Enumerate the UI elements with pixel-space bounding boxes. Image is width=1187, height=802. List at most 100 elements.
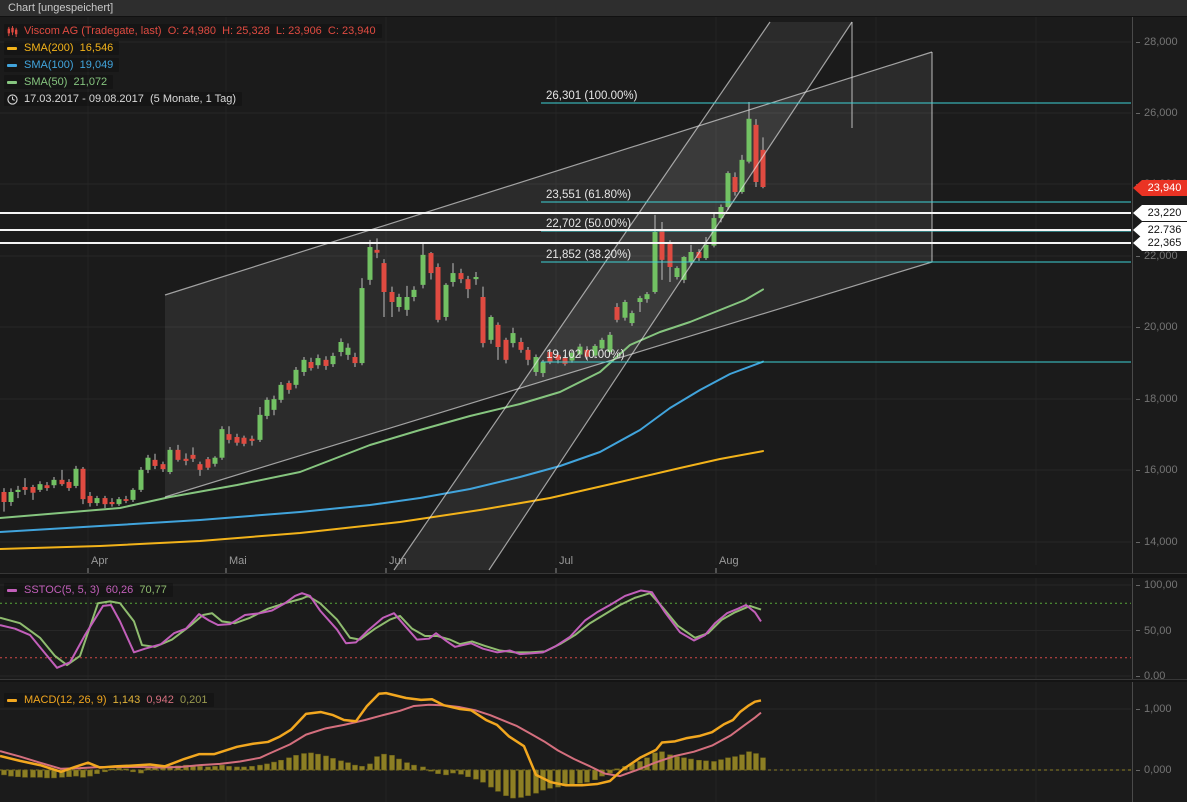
sstoc-axis[interactable]: 100,0050,000,00 [1132,578,1187,679]
candle-up [368,247,373,280]
legend-sstoc-row[interactable]: SSTOC(5, 5, 3) 60,26 70,77 [4,583,173,597]
candle-down [67,482,72,488]
candle-up [511,333,516,343]
candle-down [436,267,441,320]
candle-up [675,268,680,277]
candle-down [161,464,166,469]
candle-down [382,263,387,292]
candle-up [139,470,144,490]
last-price-badge: 23,940 [1133,180,1187,196]
axis-tick-label: 14,000 [1136,535,1178,549]
macd-signal-value: 0,942 [146,694,174,706]
candle-down [459,273,464,279]
price-axis[interactable]: 28,00026,00024,00022,00020,00018,00016,0… [1132,17,1187,573]
candle-up [146,458,151,470]
legend-macd-row[interactable]: MACD(12, 26, 9) 1,143 0,942 0,201 [4,693,214,707]
axis-tick-label: 22,000 [1136,249,1178,263]
chart-application: Chart [ungespeichert] 26,301 (100.00%)23… [0,0,1187,802]
axis-tick-label: 18,000 [1136,392,1178,406]
candle-down [235,437,240,443]
candle-down [519,342,524,350]
sma50-label: SMA(50) [24,76,67,88]
candle-down [184,459,189,461]
legend-sma100-row[interactable]: SMA(100) 19,049 [4,58,119,72]
candle-up [258,415,263,440]
price-panel: 26,301 (100.00%)23,551 (61.80%)22,702 (5… [0,17,1187,573]
candle-up [421,255,426,285]
instrument-name: Viscom AG (Tradegate, last) [24,25,162,37]
candle-up [52,480,57,485]
candle-up [9,492,14,502]
sma200-label: SMA(200) [24,42,74,54]
date-range: 17.03.2017 - 09.08.2017 [24,93,144,105]
candle-up [689,252,694,262]
legend-range-row[interactable]: 17.03.2017 - 09.08.2017 (5 Monate, 1 Tag… [4,92,242,106]
month-label: Mai [229,555,247,567]
candle-down [754,125,759,182]
candle-down [496,325,501,347]
sstoc-panel: 100,0050,000,00 SSTOC(5, 5, 3) 60,26 70,… [0,578,1187,679]
legend-sma50-row[interactable]: SMA(50) 21,072 [4,75,113,89]
sstoc-swatch [7,589,17,592]
candle-down [504,340,509,360]
candle-down [526,350,531,360]
candle-up [704,245,709,258]
candle-down [309,362,314,368]
candle-down [23,487,28,490]
clock-icon [7,94,18,105]
candle-down [668,242,673,267]
candle-up [302,360,307,372]
candle-down [103,498,108,504]
macd-panel: 1,0000,000 MACD(12, 26, 9) 1,143 0,942 0… [0,682,1187,802]
candle-down [206,459,211,468]
candle-up [600,340,605,349]
candle-down [60,480,65,484]
candle-up [95,498,100,503]
candle-up [316,358,321,365]
candle-down [176,450,181,460]
axis-tick-label: 50,00 [1136,624,1172,638]
fib-label: 21,852 (38.20%) [546,249,631,261]
candle-up [541,362,546,373]
macd-label: MACD(12, 26, 9) [24,694,107,706]
candle-down [242,438,247,444]
window-titlebar: Chart [ungespeichert] [0,0,1187,17]
candle-up [38,484,43,490]
fib-label: 23,551 (61.80%) [546,189,631,201]
candle-up [331,356,336,364]
candle-up [272,399,277,410]
legend-instrument-row[interactable]: Viscom AG (Tradegate, last) O: 24,980 H:… [4,24,382,38]
candlestick-icon [7,26,18,37]
fib-label: 22,702 (50.00%) [546,218,631,230]
axis-tick-label: 26,000 [1136,106,1178,120]
candle-up [16,490,21,492]
macd-axis[interactable]: 1,0000,000 [1132,682,1187,802]
candle-up [638,298,643,302]
sstoc-value-d: 70,77 [139,584,167,596]
legend-sma200-row[interactable]: SMA(200) 16,546 [4,41,119,55]
month-label: Apr [91,555,108,567]
candle-up [397,297,402,307]
candle-up [630,313,635,323]
window-title: Chart [ungespeichert] [8,2,113,14]
chart-legend: Viscom AG (Tradegate, last) O: 24,980 H:… [4,21,382,109]
candle-up [412,290,417,297]
candle-up [747,119,752,162]
price-line-badge: 22,365 [1133,235,1187,251]
candle-down [481,297,486,343]
sma50-value: 21,072 [74,76,108,88]
candle-up [451,273,456,282]
candle-down [615,307,620,320]
candle-down [124,499,129,501]
candle-up [74,469,79,486]
sma200-swatch [7,47,17,50]
stoch-d-line [0,593,761,665]
fib-label: 19,102 (0.00%) [546,349,625,361]
candle-down [31,487,36,493]
candle-up [213,458,218,464]
candle-up [360,288,365,363]
candle-down [81,469,86,499]
candle-down [2,492,7,502]
candle-up [489,317,494,340]
candle-up [279,385,284,400]
